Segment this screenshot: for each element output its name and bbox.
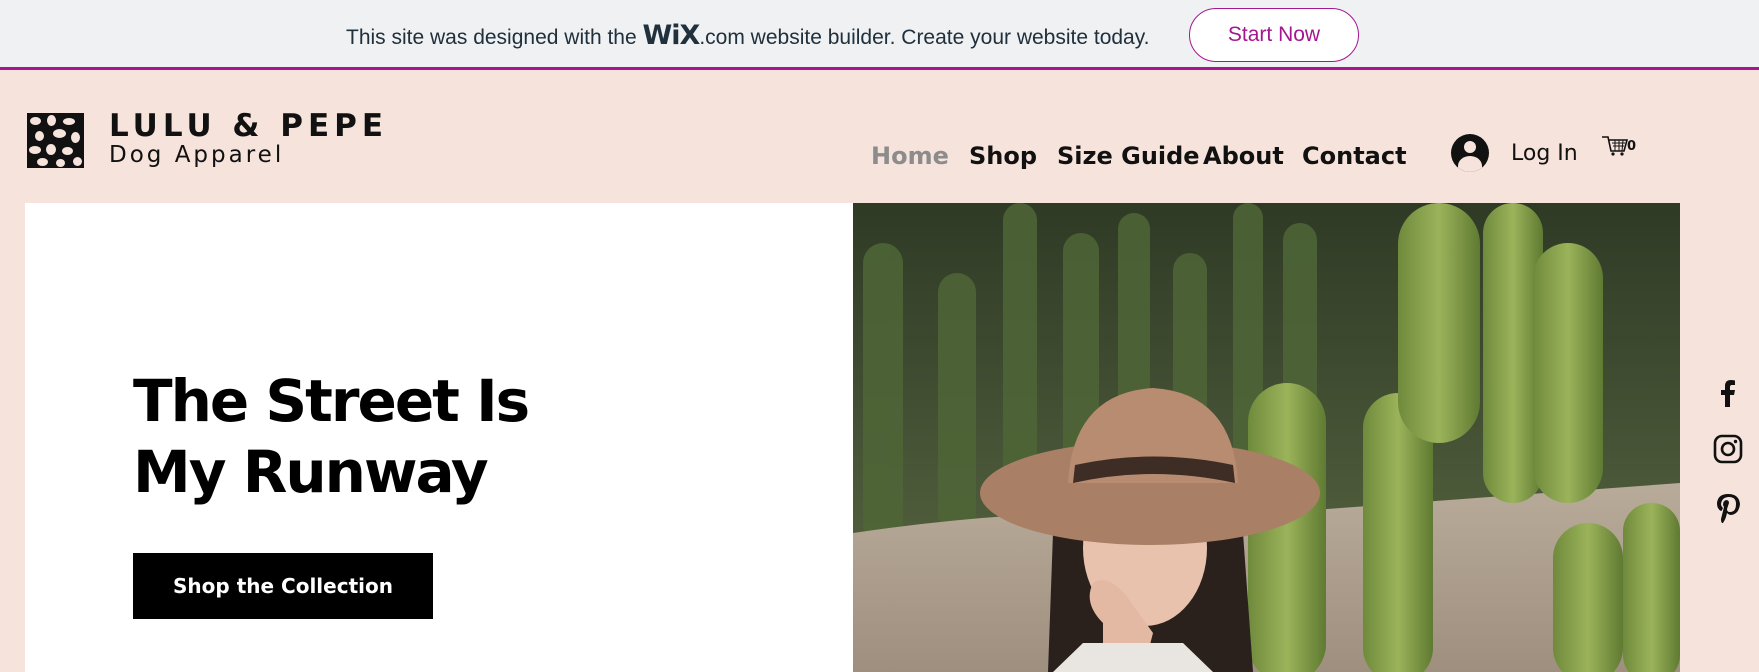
nav-about[interactable]: About — [1203, 142, 1284, 170]
instagram-icon[interactable] — [1712, 433, 1744, 465]
cart-count-badge: 0 — [1627, 139, 1637, 154]
shop-collection-button[interactable]: Shop the Collection — [133, 553, 433, 619]
nav-size-guide[interactable]: Size Guide — [1057, 142, 1200, 170]
hero-photo — [853, 203, 1680, 672]
start-now-button[interactable]: Start Now — [1189, 8, 1359, 62]
login-link[interactable]: Log In — [1511, 141, 1578, 166]
pinterest-icon[interactable] — [1712, 492, 1744, 524]
brand-logo-icon[interactable] — [27, 113, 84, 168]
hero-headline-line1: The Street Is — [133, 367, 530, 435]
hero-headline: The Street Is My Runway — [133, 366, 633, 508]
brand-tagline: Dog Apparel — [109, 142, 285, 168]
nav-home[interactable]: Home — [871, 142, 949, 170]
nav-shop[interactable]: Shop — [969, 142, 1037, 170]
wix-logo: WiX — [642, 20, 700, 51]
wix-promo-banner: This site was designed with the WiX.com … — [0, 0, 1759, 70]
brand-name[interactable]: LULU & PEPE — [109, 108, 388, 144]
banner-text-after: .com website builder. Create your websit… — [699, 26, 1150, 49]
banner-text-before: This site was designed with the — [346, 26, 643, 49]
nav-contact[interactable]: Contact — [1302, 142, 1407, 170]
hero-headline-line2: My Runway — [133, 438, 489, 506]
user-avatar-icon[interactable] — [1451, 134, 1489, 172]
facebook-icon[interactable] — [1712, 377, 1744, 409]
hero-photo-illustration — [853, 203, 1680, 672]
wix-banner-text: This site was designed with the WiX.com … — [346, 20, 1150, 51]
